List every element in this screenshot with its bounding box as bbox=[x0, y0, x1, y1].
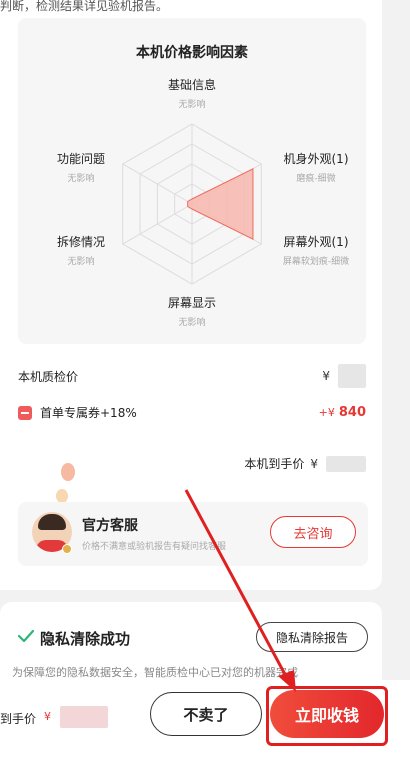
screen: 判断，检测结果详见验机报告。 本机价格影响因素 基础信息 无影响 机身外观(1)… bbox=[0, 0, 410, 773]
inspection-price-row: 本机质检价 ¥ bbox=[18, 364, 366, 388]
axis-status: 无影响 bbox=[67, 174, 95, 184]
service-subtitle: 价格不满意或验机报告有疑问找客服 bbox=[82, 542, 227, 552]
yen-symbol: ¥ bbox=[322, 369, 330, 383]
radar-axis-screen-display: 屏幕显示 无影响 bbox=[142, 294, 242, 328]
verified-badge-icon bbox=[62, 544, 72, 554]
inspection-report-card: 判断，检测结果详见验机报告。 本机价格影响因素 基础信息 无影响 机身外观(1)… bbox=[0, 0, 382, 590]
radar-axis-screen-appearance: 屏幕外观(1) 屏幕软划痕-细微 bbox=[266, 233, 366, 267]
receive-price-label: 本机到手价 bbox=[244, 457, 305, 471]
coupon-amount: +¥ 840 bbox=[319, 405, 366, 420]
radar-value-area bbox=[187, 167, 254, 241]
inspection-price-value: ¥ bbox=[322, 364, 366, 388]
axis-status: 无影响 bbox=[178, 100, 206, 110]
blurred-price bbox=[338, 364, 366, 388]
coupon-icon bbox=[18, 405, 32, 420]
coupon-row[interactable]: 首单专属券+18% +¥ 840 bbox=[18, 404, 366, 421]
radar-axis-basic-info: 基础信息 无影响 bbox=[142, 76, 242, 110]
coupon-value: 840 bbox=[338, 405, 366, 420]
axis-status: 屏幕软划痕-细微 bbox=[282, 257, 350, 267]
receive-price: 本机到手价 ¥ bbox=[244, 455, 366, 472]
axis-name: 屏幕外观(1) bbox=[283, 235, 349, 249]
coupon-prefix: +¥ bbox=[318, 406, 335, 419]
collect-money-button[interactable]: 立即收钱 bbox=[270, 690, 384, 738]
radar-axis-repair: 拆修情况 无影响 bbox=[36, 233, 126, 267]
privacy-description: 为保障您的隐私数据安全，智能质检中心已对您的机器完成 bbox=[12, 666, 298, 679]
bottom-action-bar: 到手价 ¥ 不卖了 立即收钱 bbox=[0, 680, 410, 773]
axis-name: 功能问题 bbox=[56, 152, 105, 166]
privacy-title: 隐私清除成功 bbox=[40, 630, 131, 648]
no-sell-button[interactable]: 不卖了 bbox=[150, 692, 262, 736]
axis-name: 机身外观(1) bbox=[283, 152, 349, 166]
axis-name: 基础信息 bbox=[167, 78, 216, 92]
coupon-label: 首单专属券+18% bbox=[40, 406, 137, 420]
blurred-price bbox=[326, 455, 366, 472]
radar-axis-function: 功能问题 无影响 bbox=[36, 150, 126, 184]
inspection-price-label: 本机质检价 bbox=[18, 369, 79, 384]
axis-status: 无影响 bbox=[178, 318, 206, 328]
radar-axis-body-appearance: 机身外观(1) 磨痕-细微 bbox=[266, 150, 366, 184]
yen-symbol: ¥ bbox=[310, 456, 318, 471]
service-title: 官方客服 bbox=[82, 518, 138, 534]
axis-status: 磨痕-细微 bbox=[296, 174, 336, 184]
axis-name: 屏幕显示 bbox=[167, 296, 216, 310]
privacy-report-button[interactable]: 隐私清除报告 bbox=[256, 622, 368, 652]
total-price-label: 到手价 bbox=[0, 712, 37, 726]
check-icon bbox=[18, 629, 34, 643]
blurred-total-price bbox=[60, 706, 108, 728]
axis-status: 无影响 bbox=[67, 257, 95, 267]
customer-service-box: 官方客服 价格不满意或验机报告有疑问找客服 去咨询 bbox=[18, 502, 368, 566]
total-yen-symbol: ¥ bbox=[44, 710, 51, 723]
consult-button[interactable]: 去咨询 bbox=[270, 516, 356, 548]
axis-name: 拆修情况 bbox=[56, 235, 105, 249]
intro-text: 判断，检测结果详见验机报告。 bbox=[0, 0, 169, 13]
price-factor-radar: 本机价格影响因素 基础信息 无影响 机身外观(1) 磨痕-细微 屏幕外观(1) … bbox=[18, 18, 366, 344]
